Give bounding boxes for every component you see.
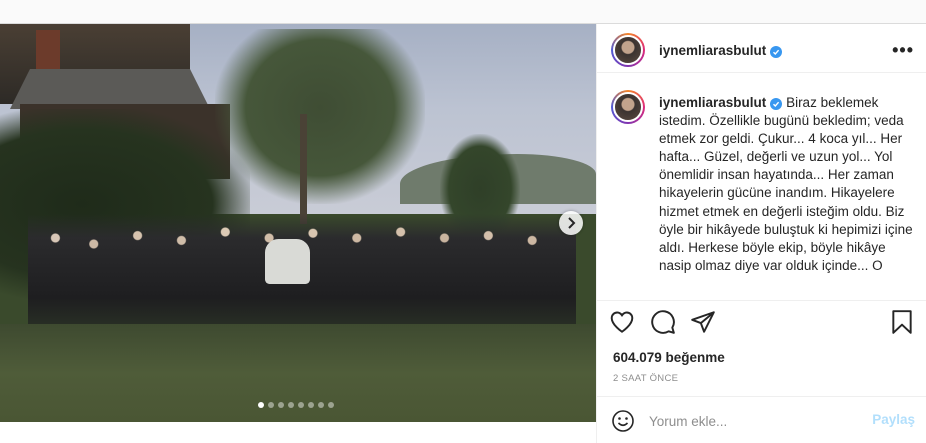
carousel-dot	[268, 402, 274, 408]
caption-avatar-image	[613, 92, 643, 122]
caption-username[interactable]: iynemliarasbulut	[659, 95, 766, 110]
likes-count[interactable]: 604.079 beğenme	[613, 350, 725, 365]
post-caption: iynemliarasbulut Biraz beklemek istedim.…	[659, 94, 921, 275]
bookmark-icon	[892, 310, 912, 334]
verified-badge-icon	[770, 46, 783, 58]
carousel-indicator	[258, 402, 334, 408]
post-actions: 604.079 beğenme 2 SAAT ÖNCE	[597, 300, 926, 396]
share-button[interactable]	[690, 309, 720, 339]
caption-section: iynemliarasbulut Biraz beklemek istedim.…	[597, 86, 926, 300]
send-icon	[691, 311, 715, 333]
photo-crowd-highlight	[265, 239, 310, 284]
emoji-button[interactable]	[611, 409, 635, 433]
caption-avatar[interactable]	[611, 90, 645, 124]
verified-badge-icon	[770, 98, 783, 110]
carousel-dot	[258, 402, 264, 408]
avatar[interactable]	[611, 33, 645, 67]
comment-form: Paylaş	[597, 396, 926, 443]
carousel-dot	[278, 402, 284, 408]
like-button[interactable]	[609, 309, 639, 339]
post-card: iynemliarasbulut ••• iynemliarasbulut Bi…	[0, 23, 926, 443]
smiley-icon	[612, 410, 634, 432]
chevron-right-icon	[568, 217, 576, 229]
comment-icon	[651, 310, 675, 334]
carousel-next-button[interactable]	[559, 211, 583, 235]
comment-button[interactable]	[650, 309, 680, 339]
carousel-dot	[298, 402, 304, 408]
heart-icon	[610, 311, 634, 333]
post-sidebar: iynemliarasbulut ••• iynemliarasbulut Bi…	[596, 24, 926, 443]
photo-house-roof	[10, 69, 210, 109]
header-username[interactable]: iynemliarasbulut	[659, 43, 783, 58]
post-comment-button[interactable]: Paylaş	[872, 412, 915, 427]
save-button[interactable]	[890, 309, 920, 339]
post-timestamp[interactable]: 2 SAAT ÖNCE	[613, 373, 678, 384]
comment-input[interactable]	[649, 407, 859, 435]
carousel-dot	[328, 402, 334, 408]
header-username-text: iynemliarasbulut	[659, 43, 767, 58]
carousel-dot	[288, 402, 294, 408]
caption-text: Biraz beklemek istedim. Özellikle bugünü…	[659, 95, 913, 273]
photo-tree-trunk	[300, 114, 307, 224]
post-photo[interactable]	[0, 24, 596, 422]
avatar-image	[613, 35, 643, 65]
carousel-dot	[318, 402, 324, 408]
more-options-button[interactable]: •••	[892, 40, 914, 61]
post-header: iynemliarasbulut •••	[597, 24, 926, 73]
carousel-dot	[308, 402, 314, 408]
